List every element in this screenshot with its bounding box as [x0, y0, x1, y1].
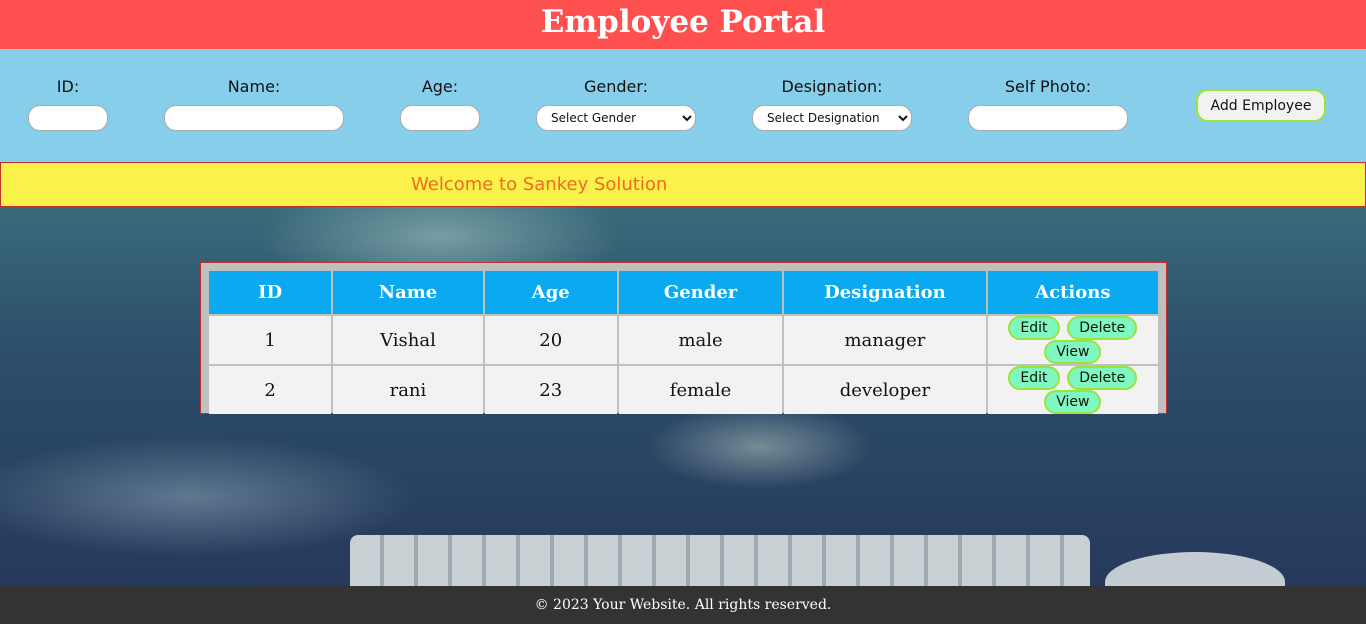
table-row: 1 Vishal 20 male manager Edit Delete Vie…	[209, 316, 1158, 364]
edit-button[interactable]: Edit	[1008, 366, 1060, 390]
cell-id: 1	[209, 316, 332, 364]
cell-designation: developer	[784, 366, 986, 414]
cell-actions: Edit Delete View	[987, 316, 1158, 364]
delete-button[interactable]: Delete	[1067, 366, 1138, 390]
footer-text: © 2023 Your Website. All rights reserved…	[534, 597, 832, 613]
page-title: Employee Portal	[540, 4, 826, 40]
age-input[interactable]	[400, 105, 480, 131]
column-header-id: ID	[209, 271, 332, 314]
cell-designation: manager	[784, 316, 986, 364]
welcome-banner: Welcome to Sankey Solution	[0, 162, 1366, 207]
designation-select[interactable]: Select Designation	[752, 105, 912, 131]
table-header-row: ID Name Age Gender Designation Actions	[209, 271, 1158, 314]
column-header-actions: Actions	[987, 271, 1158, 314]
page-footer: © 2023 Your Website. All rights reserved…	[0, 586, 1366, 624]
employee-form: ID: Name: Age: Gender: Select Gender Des…	[0, 49, 1366, 162]
page-header: Employee Portal	[0, 0, 1366, 49]
view-button[interactable]: View	[1044, 340, 1102, 364]
gender-select[interactable]: Select Gender	[536, 105, 696, 131]
column-header-name: Name	[333, 271, 483, 314]
mouse-graphic	[1105, 552, 1285, 586]
column-header-designation: Designation	[784, 271, 986, 314]
cell-id: 2	[209, 366, 332, 414]
cell-actions: Edit Delete View	[987, 366, 1158, 414]
edit-button[interactable]: Edit	[1008, 316, 1060, 340]
column-header-gender: Gender	[618, 271, 783, 314]
welcome-text: Welcome to Sankey Solution	[411, 174, 668, 195]
cell-gender: male	[618, 316, 783, 364]
age-label: Age:	[421, 77, 459, 96]
gender-label: Gender:	[583, 77, 649, 96]
employee-table: ID Name Age Gender Designation Actions 1…	[207, 269, 1160, 416]
designation-label: Designation:	[781, 77, 883, 96]
employee-table-container: ID Name Age Gender Designation Actions 1…	[200, 262, 1167, 414]
photo-input[interactable]	[968, 105, 1128, 131]
name-label: Name:	[227, 77, 281, 96]
photo-label: Self Photo:	[1004, 77, 1092, 96]
delete-button[interactable]: Delete	[1067, 316, 1138, 340]
cell-name: Vishal	[333, 316, 483, 364]
name-input[interactable]	[164, 105, 344, 131]
table-row: 2 rani 23 female developer Edit Delete V…	[209, 366, 1158, 414]
cell-age: 20	[484, 316, 617, 364]
keyboard-graphic	[350, 535, 1090, 586]
cell-gender: female	[618, 366, 783, 414]
cell-name: rani	[333, 366, 483, 414]
id-label: ID:	[56, 77, 80, 96]
cell-age: 23	[484, 366, 617, 414]
view-button[interactable]: View	[1044, 390, 1102, 414]
id-input[interactable]	[28, 105, 108, 131]
column-header-age: Age	[484, 271, 617, 314]
add-employee-button[interactable]: Add Employee	[1196, 89, 1326, 122]
